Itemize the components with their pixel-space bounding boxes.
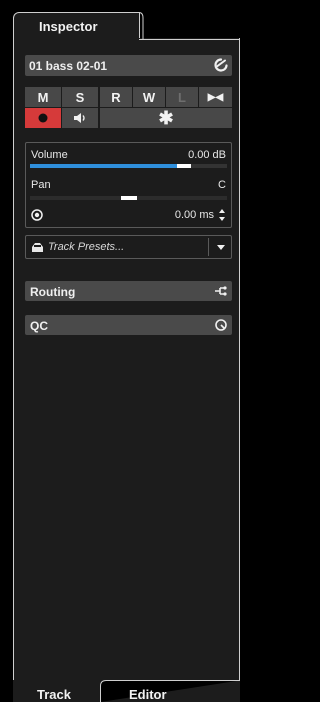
delay-icon (31, 209, 43, 221)
mute-label: M (37, 89, 49, 105)
presets-icon (32, 243, 43, 252)
tab-editor[interactable]: Editor (101, 680, 240, 702)
pan-handle[interactable] (121, 196, 137, 200)
presets-placeholder: Track Presets... (48, 241, 125, 253)
tab-track[interactable]: Track (13, 680, 105, 702)
read-label: R (111, 89, 121, 105)
volume-label: Volume (31, 149, 68, 161)
volume-value[interactable]: 0.00 dB (188, 149, 226, 161)
track-tab-label: Track (37, 687, 71, 702)
editor-tab-label: Editor (129, 687, 167, 702)
speaker-icon (74, 113, 85, 123)
volume-fader[interactable] (30, 164, 227, 168)
write-button[interactable]: W (133, 87, 165, 107)
solo-button[interactable]: S (62, 87, 98, 107)
tab-inspector[interactable]: Inspector (13, 12, 140, 40)
write-label: W (142, 89, 156, 105)
solo-label: S (75, 89, 85, 105)
punch-icon: ✱ (158, 107, 174, 128)
routing-label: Routing (30, 285, 76, 299)
record-icon (38, 113, 48, 123)
pan-value[interactable]: C (218, 179, 226, 191)
freeze-button[interactable]: ▶◀ (199, 87, 232, 107)
section-routing[interactable]: Routing (25, 281, 232, 301)
freeze-icon: ▶◀ (207, 91, 224, 103)
volume-handle[interactable] (177, 164, 191, 168)
volume-fill (30, 164, 177, 168)
chevron-down-icon[interactable] (217, 245, 225, 251)
tab-corner (135, 12, 151, 40)
inspector-tab-label: Inspector (39, 19, 98, 34)
read-button[interactable]: R (100, 87, 132, 107)
pan-slider[interactable] (30, 196, 227, 200)
qc-icon (215, 319, 227, 331)
tab-divider (139, 39, 240, 40)
presets-divider (208, 238, 209, 256)
track-name: 01 bass 02-01 (29, 59, 108, 73)
delay-stepper-icon[interactable] (218, 208, 226, 222)
lock-button[interactable]: L (166, 87, 198, 107)
lock-label: L (178, 89, 186, 105)
routing-icon (215, 286, 227, 296)
section-qc[interactable]: QC (25, 315, 232, 335)
track-name-field[interactable]: 01 bass 02-01 (25, 55, 232, 76)
track-presets-field[interactable]: Track Presets... (25, 235, 232, 259)
qc-label: QC (30, 319, 48, 333)
inspector-panel (13, 38, 240, 682)
channel-settings-panel: Volume 0.00 dB Pan C 0.00 ms (25, 142, 232, 228)
edit-name-icon[interactable] (213, 57, 229, 73)
delay-value[interactable]: 0.00 ms (175, 209, 214, 221)
punch-button[interactable]: ✱ (100, 108, 232, 128)
record-enable-button[interactable] (25, 108, 61, 128)
pan-label: Pan (31, 179, 51, 191)
mute-button[interactable]: M (25, 87, 61, 107)
monitor-button[interactable] (62, 108, 98, 128)
